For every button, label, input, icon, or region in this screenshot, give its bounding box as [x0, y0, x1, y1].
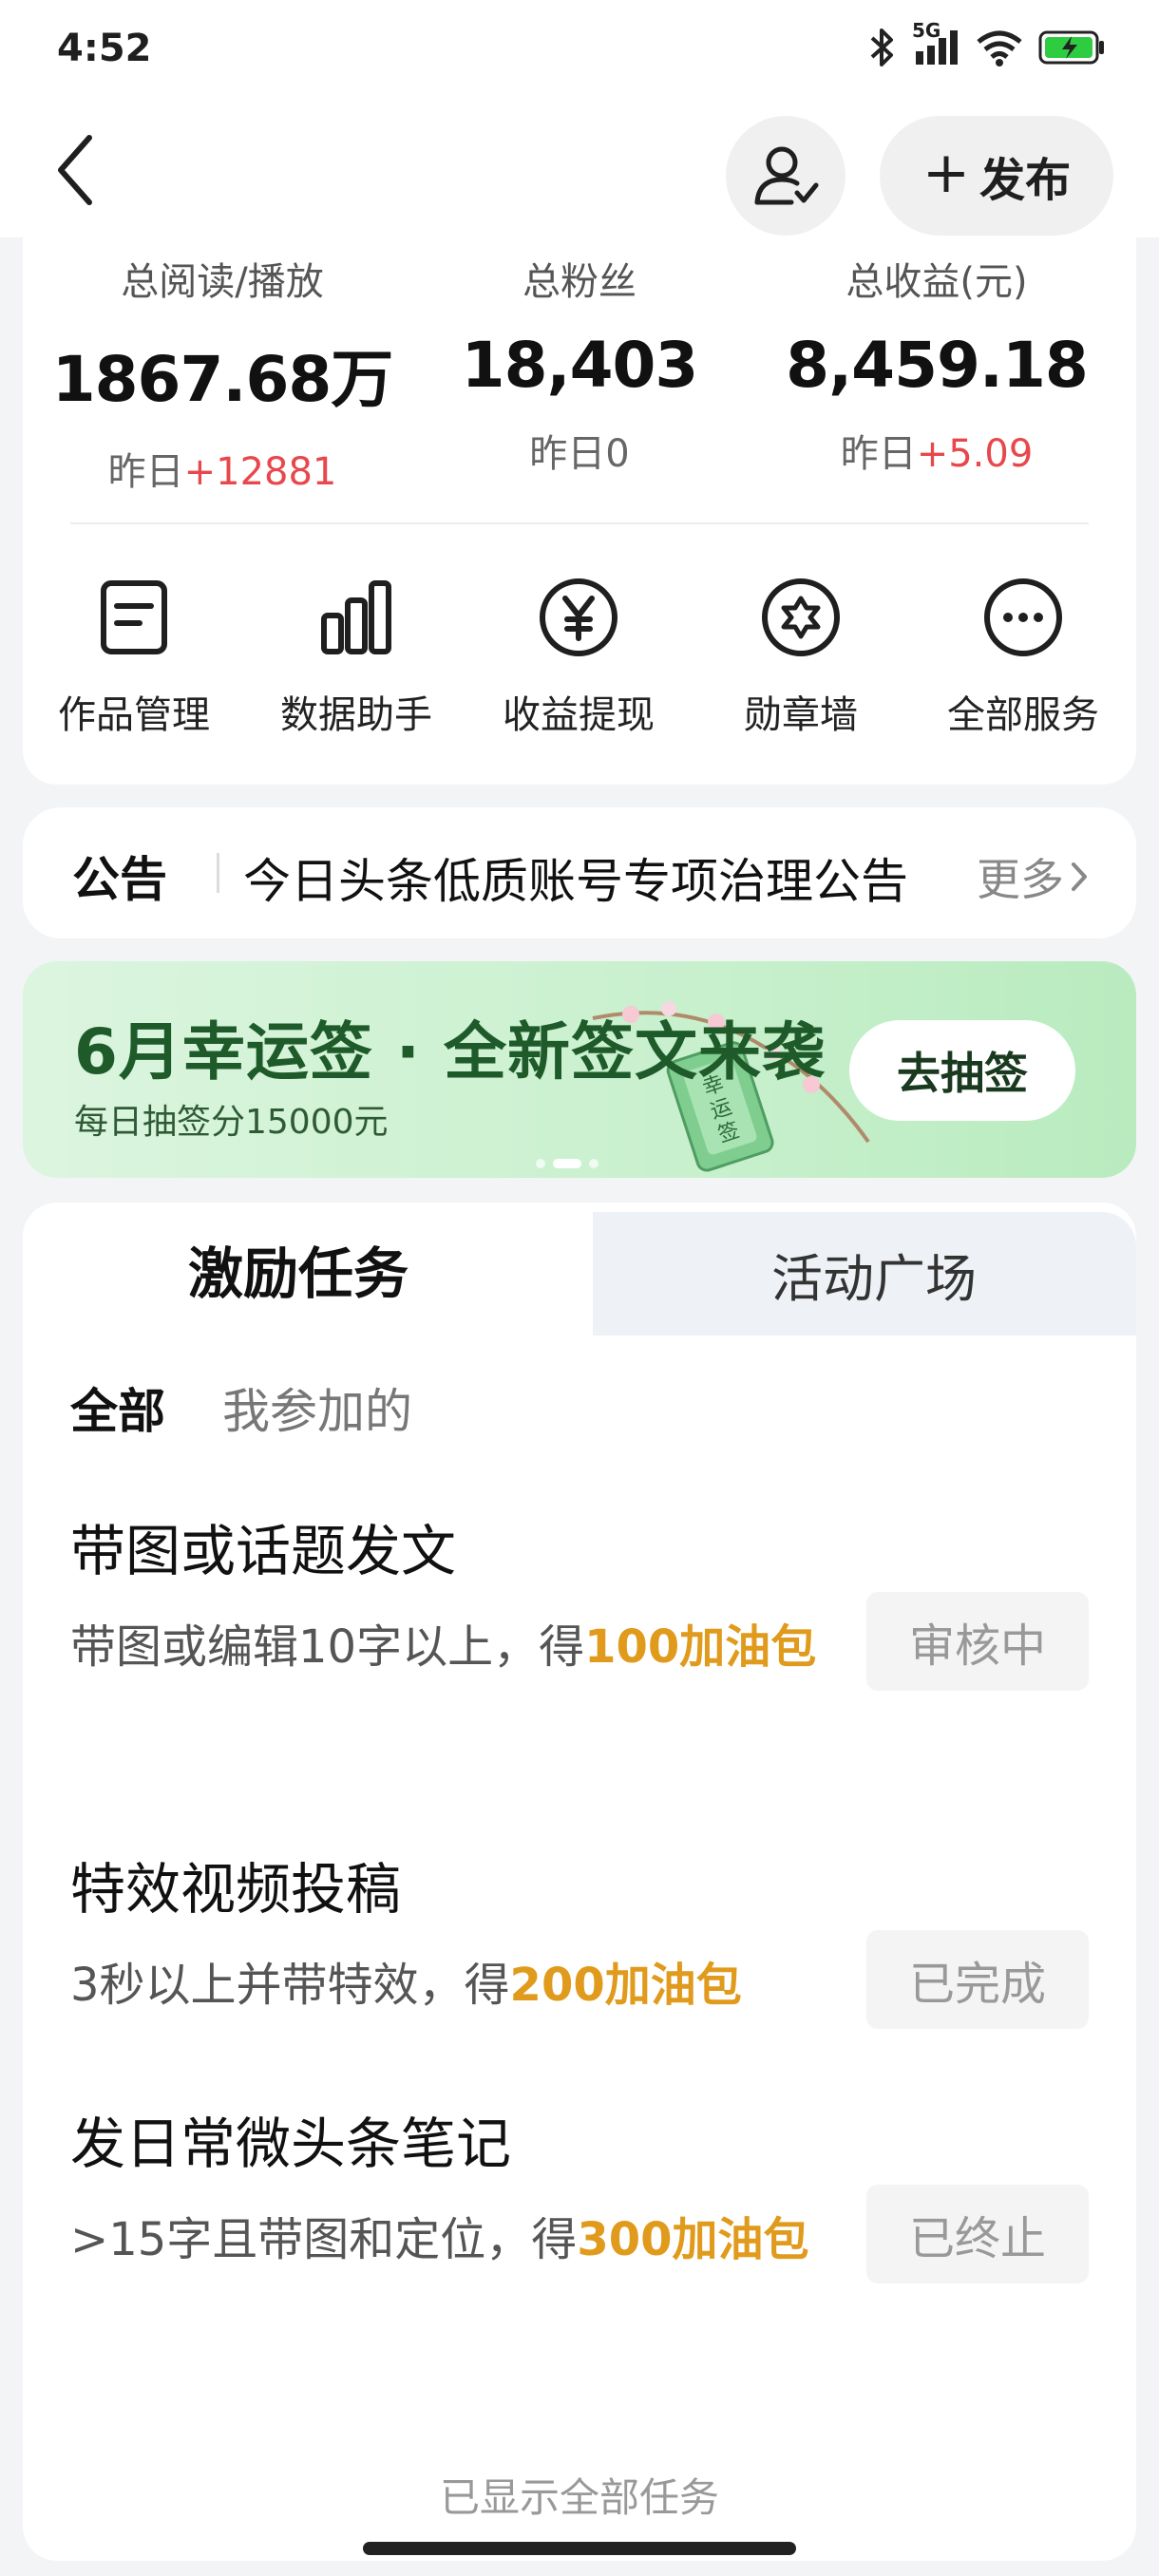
creator-stats-card: 总阅读/播放 1867.68万 昨日+12881 总粉丝 18,403 昨日0 … [23, 237, 1136, 785]
lucky-draw-banner[interactable]: 幸 运 签 6月幸运签 · 全新签文来袭 每日抽签分15000元 去抽签 [23, 961, 1136, 1178]
stat-yesterday-label: 昨日 [840, 432, 917, 476]
more-label: 更多 [977, 854, 1064, 905]
stat-yesterday: 昨日+5.09 [766, 423, 1108, 478]
service-works-management[interactable]: 作品管理 [23, 572, 245, 739]
task-item[interactable]: 带图或话题发文 带图或编辑10字以上，得100加油包 审核中 [70, 1506, 1089, 1691]
tasks-card: 激励任务 活动广场 全部 我参加的 带图或话题发文 带图或编辑10字以上，得10… [23, 1203, 1136, 2561]
service-label: 数据助手 [280, 693, 432, 737]
signal-icon: 5G [912, 19, 961, 68]
status-icons: 5G [866, 19, 1106, 68]
stat-yesterday: 昨日0 [408, 423, 750, 478]
task-description: 带图或编辑10字以上，得100加油包 [70, 1607, 868, 1687]
divider [70, 522, 1089, 524]
task-filter: 全部 我参加的 [70, 1373, 412, 1442]
task-item[interactable]: 发日常微头条笔记 >15字且带图和定位，得300加油包 已终止 [70, 2099, 1089, 2283]
stat-total-reads[interactable]: 总阅读/播放 1867.68万 昨日+12881 [51, 237, 394, 496]
service-data-assistant[interactable]: 数据助手 [245, 572, 467, 739]
divider [217, 853, 219, 893]
stat-label: 总收益(元) [846, 260, 1028, 304]
battery-charging-icon [1037, 27, 1106, 68]
banner-subtitle: 每日抽签分15000元 [74, 1103, 389, 1142]
stat-total-earnings[interactable]: 总收益(元) 8,459.18 昨日+5.09 [766, 237, 1108, 478]
task-description: 3秒以上并带特效，得200加油包 [70, 1945, 868, 2025]
task-reward: 100加油包 [584, 1620, 817, 1674]
stat-yesterday: 昨日+12881 [51, 441, 393, 496]
task-description: >15字且带图和定位，得300加油包 [70, 2200, 868, 2280]
service-label: 全部服务 [947, 693, 1099, 737]
medal-icon [690, 572, 912, 663]
announcement-more-link[interactable]: 更多 [977, 845, 1089, 908]
bluetooth-icon [866, 27, 899, 68]
announcement-tag: 公告 [72, 852, 167, 907]
stat-value: 1867.68万 [51, 343, 394, 416]
filter-joined[interactable]: 我参加的 [222, 1373, 412, 1442]
service-earnings-withdraw[interactable]: 收益提现 [467, 572, 690, 739]
chevron-left-icon [58, 135, 92, 205]
all-tasks-shown-label: 已显示全部任务 [439, 2474, 719, 2521]
task-title: 发日常微头条笔记 [70, 2112, 512, 2176]
service-all-services[interactable]: 全部服务 [912, 572, 1134, 739]
draw-lot-button[interactable]: 去抽签 [849, 1020, 1075, 1121]
task-status-button[interactable]: 已终止 [866, 2185, 1089, 2283]
publish-button[interactable]: + 发布 [880, 116, 1113, 236]
filter-all[interactable]: 全部 [70, 1373, 165, 1442]
chevron-right-icon [1072, 862, 1087, 891]
banner-pagination [536, 1159, 598, 1168]
task-status-button[interactable]: 已完成 [866, 1930, 1089, 2029]
publish-label: 发布 [979, 154, 1072, 207]
network-type-label: 5G [912, 19, 941, 42]
task-reward: 200加油包 [509, 1959, 742, 2012]
back-button[interactable] [42, 127, 108, 213]
pagination-dot [589, 1159, 598, 1168]
announcement-bar[interactable]: 公告 今日头条低质账号专项治理公告 更多 [23, 807, 1136, 938]
tab-activity-square[interactable]: 活动广场 [612, 1212, 1136, 1335]
service-label: 作品管理 [58, 693, 210, 737]
task-status-button[interactable]: 审核中 [866, 1592, 1089, 1691]
document-icon [23, 572, 245, 663]
yen-circle-icon [467, 572, 690, 663]
task-item[interactable]: 特效视频投稿 3秒以上并带特效，得200加油包 已完成 [70, 1845, 1089, 2029]
more-circle-icon [912, 572, 1134, 663]
service-label: 勋章墙 [744, 693, 858, 737]
home-indicator[interactable] [363, 2542, 796, 2555]
banner-title: 6月幸运签 · 全新签文来袭 [74, 1015, 826, 1089]
user-check-icon [754, 146, 819, 205]
service-medal-wall[interactable]: 勋章墙 [690, 572, 912, 739]
task-title: 特效视频投稿 [70, 1857, 402, 1922]
pagination-dot [536, 1159, 545, 1168]
stat-total-fans[interactable]: 总粉丝 18,403 昨日0 [408, 237, 750, 478]
task-description-text: >15字且带图和定位，得 [70, 2213, 578, 2266]
stat-yesterday-label: 昨日 [107, 450, 184, 494]
stat-yesterday-value: 0 [605, 432, 630, 476]
pagination-dot-active [553, 1159, 581, 1168]
stat-yesterday-label: 昨日 [529, 432, 606, 476]
stat-yesterday-value: +12881 [183, 450, 337, 494]
task-description-text: 3秒以上并带特效，得 [70, 1959, 510, 2012]
bar-chart-icon [245, 572, 467, 663]
stat-label: 总阅读/播放 [121, 260, 324, 304]
service-label: 收益提现 [503, 693, 655, 737]
task-reward: 300加油包 [577, 2213, 809, 2266]
task-description-text: 带图或编辑10字以上，得 [70, 1620, 585, 1674]
services-grid: 作品管理 数据助手 收益提现 勋章墙 全部服务 [23, 572, 1136, 739]
stat-value: 18,403 [461, 329, 699, 402]
task-title: 带图或话题发文 [70, 1519, 457, 1583]
announcement-text[interactable]: 今日头条低质账号专项治理公告 [243, 843, 965, 912]
plus-icon: + [922, 140, 971, 206]
stat-label: 总粉丝 [522, 260, 636, 304]
tab-incentive-tasks[interactable]: 激励任务 [23, 1203, 612, 1335]
top-nav-bar: + 发布 [0, 104, 1159, 237]
status-bar: 4:52 5G [0, 0, 1159, 104]
stat-yesterday-value: +5.09 [916, 432, 1034, 476]
follow-user-button[interactable] [726, 116, 846, 236]
status-time: 4:52 [57, 27, 152, 70]
stat-value: 8,459.18 [786, 329, 1089, 402]
wifi-icon [975, 27, 1024, 68]
